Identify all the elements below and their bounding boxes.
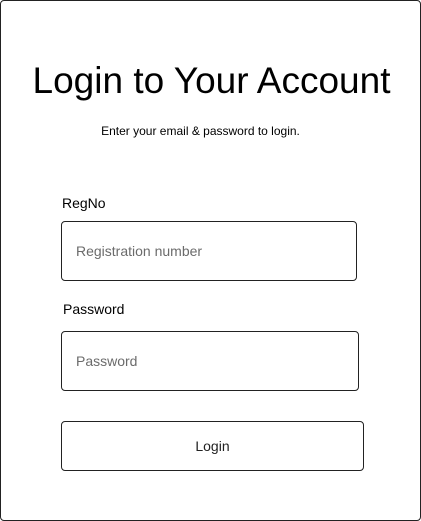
password-label: Password <box>63 301 125 317</box>
page-subtitle: Enter your email & password to login. <box>101 124 300 138</box>
page-title: Login to Your Account <box>32 60 391 101</box>
login-button[interactable]: Login <box>61 421 364 471</box>
login-card: Login to Your Account Enter your email &… <box>0 0 421 521</box>
password-input[interactable] <box>61 331 359 391</box>
regno-label: RegNo <box>62 195 106 211</box>
regno-input[interactable] <box>61 221 357 281</box>
